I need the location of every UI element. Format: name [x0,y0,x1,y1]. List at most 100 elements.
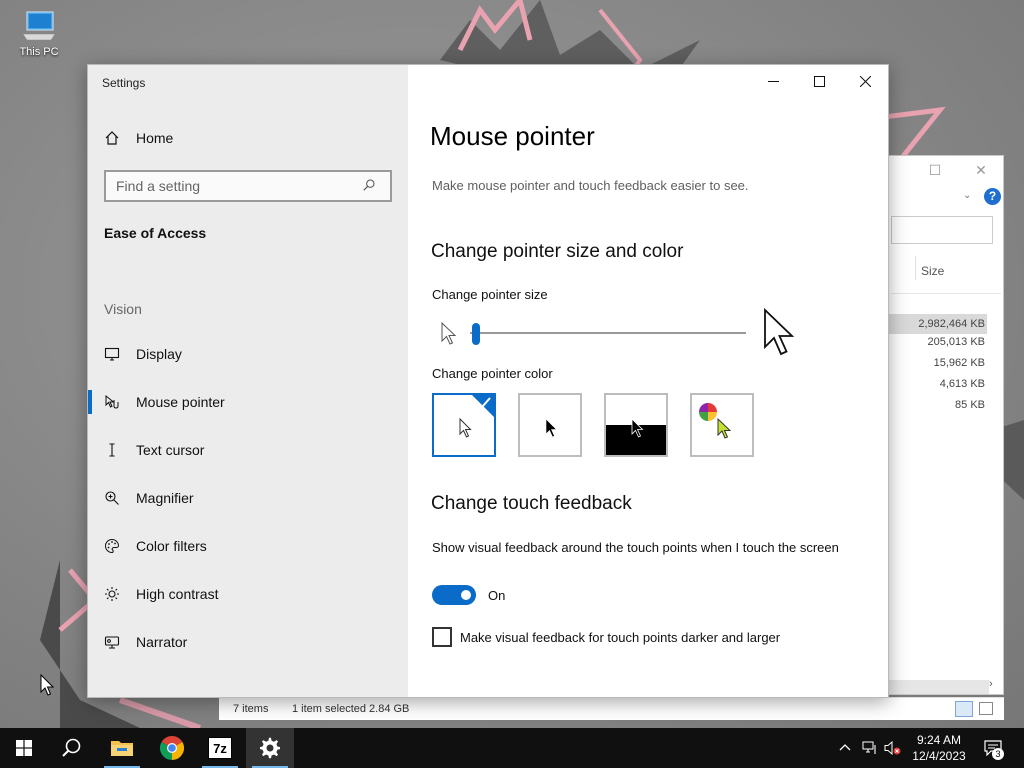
pointer-color-white[interactable] [432,393,496,457]
darker-feedback-label: Make visual feedback for touch points da… [460,629,781,645]
settings-search-box[interactable] [104,170,392,202]
settings-taskbar-button[interactable] [246,728,294,768]
mouse-cursor-icon [40,674,55,696]
pointer-color-custom[interactable] [690,393,754,457]
pointer-size-slider[interactable] [432,307,795,356]
table-row[interactable]: 2,982,464 KB [877,314,987,334]
page-title: Mouse pointer [430,121,595,151]
group-label-vision: Vision [104,301,142,317]
explorer-search-input[interactable] [891,216,993,244]
nav-home[interactable]: Home [88,118,408,158]
settings-window: Settings Home Ease of Access Vision Disp… [87,64,889,698]
table-row[interactable]: 4,613 KB [877,378,987,390]
pointer-size-label: Change pointer size [432,287,548,302]
details-view-icon[interactable] [955,701,973,717]
sidebar-item-high-contrast[interactable]: High contrast [88,574,408,614]
gear-icon [260,737,280,759]
clock[interactable]: 9:24 AM 12/4/2023 [906,732,972,764]
sidebar-item-label: Text cursor [136,442,205,458]
help-icon[interactable]: ? [984,188,1001,205]
chevron-up-icon[interactable] [838,741,852,755]
search-icon[interactable] [362,178,378,194]
table-row[interactable]: 15,962 KB [877,357,987,369]
explorer-close-button[interactable]: ✕ [973,162,989,178]
monitor-icon [88,346,136,362]
clock-time: 9:24 AM [916,733,962,747]
desktop-icon-this-pc[interactable]: This PC [12,10,66,58]
status-item-count: 7 items [233,703,269,715]
sun-icon [88,586,136,602]
explorer-titlebar: ☐ ✕ [871,156,1003,186]
pointer-color-black[interactable] [518,393,582,457]
sidebar-item-mouse-pointer[interactable]: Mouse pointer [88,382,408,422]
settings-content: Mouse pointer Make mouse pointer and tou… [408,65,888,697]
sidebar-item-magnifier[interactable]: Magnifier [88,478,408,518]
pointer-size-color-heading: Change pointer size and color [431,241,684,262]
touch-feedback-toggle[interactable] [432,585,476,605]
explorer-column-header: Size [891,252,1001,294]
maximize-button[interactable] [796,65,842,97]
network-icon[interactable] [862,741,878,755]
scroll-right-icon[interactable]: › [989,678,993,690]
small-pointer-icon [441,321,457,345]
close-button[interactable] [842,65,888,97]
file-explorer-window: ☐ ✕ ⌄ ? Size 2,982,464 KB 205,013 KB 15,… [870,155,1004,695]
minimize-button[interactable] [750,65,796,97]
7zip-taskbar-button[interactable]: 7z [196,728,244,768]
close-icon [859,75,871,87]
system-tray [838,728,902,768]
clock-date: 12/4/2023 [912,749,966,763]
sidebar-item-color-filters[interactable]: Color filters [88,526,408,566]
palette-icon [88,538,136,554]
tiles-view-icon[interactable] [979,702,993,715]
maximize-icon [813,75,825,87]
sidebar-item-display[interactable]: Display [88,334,408,374]
page-description: Make mouse pointer and touch feedback ea… [432,178,749,193]
file-explorer-taskbar-button[interactable] [98,728,146,768]
search-icon [62,738,81,757]
table-row[interactable]: 205,013 KB [877,336,987,348]
toggle-state-label: On [488,587,506,603]
chrome-taskbar-button[interactable] [148,728,196,768]
mouse-pointer-icon [88,394,136,410]
inverted-pointer-icon [631,418,644,438]
darker-feedback-checkbox[interactable] [432,627,452,647]
pointer-color-label: Change pointer color [432,366,553,381]
section-title: Ease of Access [104,225,207,241]
taskbar: 7z 9:24 AM 12/4/2023 [0,728,1024,768]
windows-logo-icon [16,740,32,756]
sidebar-item-label: Mouse pointer [136,394,225,410]
table-row[interactable]: 85 KB [877,399,987,411]
slider-thumb[interactable] [471,323,480,345]
sidebar-item-text-cursor[interactable]: Text cursor [88,430,408,470]
large-pointer-icon [764,307,795,356]
sidebar-item-label: High contrast [136,586,219,602]
desktop-icon-label: This PC [19,46,59,58]
text-cursor-icon [88,442,136,458]
sidebar-item-label: Color filters [136,538,207,554]
notification-count-badge: 3 [992,748,1004,760]
color-wheel-icon [699,403,717,421]
explorer-status-bar: 7 items 1 item selected 2.84 GB [219,697,1004,720]
slider-track[interactable] [470,332,746,334]
touch-feedback-heading: Change touch feedback [431,493,632,514]
custom-pointer-icon [717,417,732,439]
chrome-icon [160,736,184,760]
nav-home-label: Home [136,130,174,146]
pointer-color-inverted[interactable] [604,393,668,457]
search-button[interactable] [48,728,96,768]
sidebar-item-label: Display [136,346,182,362]
narrator-icon [88,634,136,650]
home-icon [88,130,136,146]
sidebar-item-narrator[interactable]: Narrator [88,622,408,662]
column-size-header[interactable]: Size [921,264,944,278]
explorer-maximize-button[interactable]: ☐ [927,162,943,178]
start-button[interactable] [0,728,48,768]
search-input[interactable] [106,178,356,194]
darker-feedback-row: Make visual feedback for touch points da… [432,627,780,647]
status-selection: 1 item selected 2.84 GB [292,703,410,715]
volume-muted-icon[interactable] [884,740,902,756]
settings-sidebar: Settings Home Ease of Access Vision Disp… [88,65,408,697]
window-title: Settings [102,76,146,90]
chevron-down-icon[interactable]: ⌄ [963,190,971,201]
